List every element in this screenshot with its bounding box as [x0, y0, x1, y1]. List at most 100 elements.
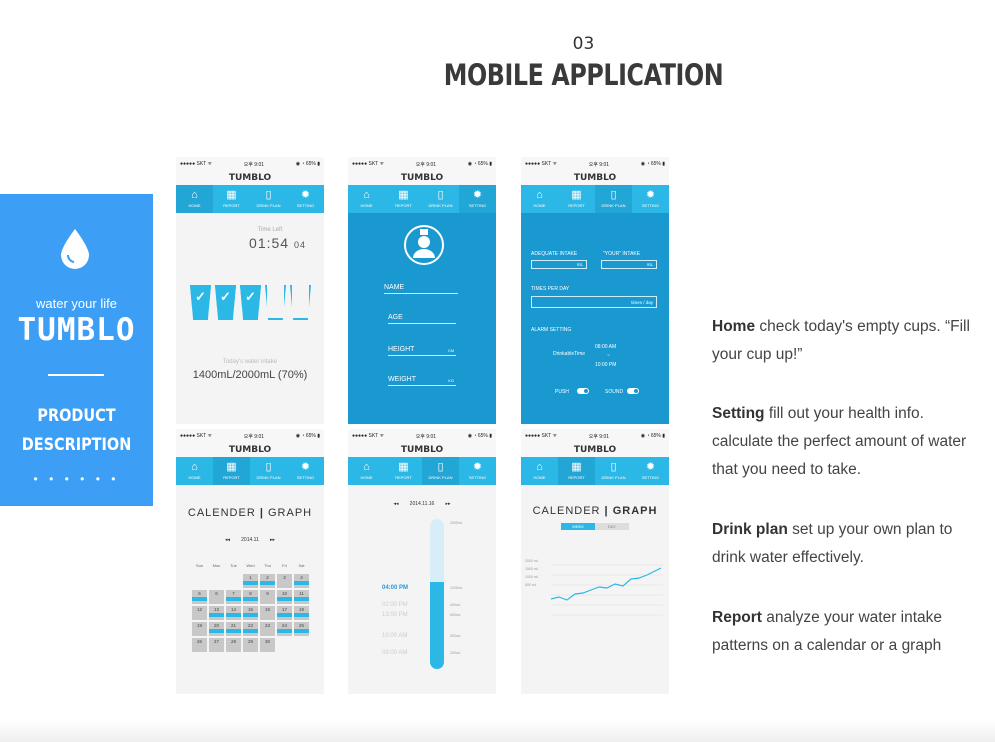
graph-tab[interactable]: GRAPH — [613, 505, 658, 517]
calendar-tab[interactable]: CALENDER — [533, 505, 601, 517]
times-input[interactable]: times / day — [531, 296, 657, 308]
plan-time[interactable]: 02:00 PM — [382, 602, 408, 608]
calendar-day[interactable]: 17 — [277, 606, 292, 620]
prev-date-button[interactable]: ◂◂ — [394, 501, 399, 507]
tab-0[interactable]: ⌂ HOME — [176, 185, 213, 213]
tab-0[interactable]: ⌂ HOME — [176, 457, 213, 485]
calendar-day[interactable]: 28 — [226, 638, 241, 652]
calendar-day[interactable]: 13 — [209, 606, 224, 620]
adequate-input[interactable]: mL — [531, 260, 587, 269]
calendar-day[interactable]: 16 — [260, 606, 275, 620]
calendar-day[interactable]: 3 — [277, 574, 292, 588]
tab-2[interactable]: ▯ DRINK PLAN — [250, 185, 287, 213]
y-tick: 2000 mL — [525, 559, 539, 563]
calendar-tab[interactable]: CALENDER — [188, 507, 256, 519]
plan-time[interactable]: 08:00 AM — [382, 650, 407, 656]
calendar-day[interactable]: 23 — [260, 622, 275, 636]
calendar-day[interactable]: 8 — [243, 590, 258, 604]
tab-3[interactable]: ✹ SETTING — [459, 457, 496, 485]
push-toggle[interactable] — [577, 388, 589, 394]
field-name[interactable]: NAME — [384, 284, 458, 294]
tab-0[interactable]: ⌂ HOME — [348, 457, 385, 485]
app-title: TUMBLO — [348, 171, 496, 185]
tab-2[interactable]: ▯ DRINK PLAN — [422, 185, 459, 213]
calendar-day[interactable]: 9 — [260, 590, 275, 604]
pager-dots[interactable]: • • • • • • — [0, 472, 153, 486]
alarm-end[interactable]: 10:00 PM — [595, 362, 616, 368]
sound-toggle[interactable] — [627, 388, 639, 394]
tab-3[interactable]: ✹ SETTING — [287, 457, 324, 485]
calendar-day[interactable]: 18 — [294, 606, 309, 620]
divider — [48, 374, 104, 376]
calendar-day[interactable]: 12 — [192, 606, 207, 620]
phone-drink-plan-settings-screen: ●●●●● SKT ᯤ 오후 9:01 ◉ ◔ 65% ▮ TUMBLO ⌂ HOME ▦ R… — [521, 157, 669, 424]
plan-time[interactable]: 10:00 AM — [382, 633, 407, 639]
calendar-day[interactable]: 25 — [294, 622, 309, 636]
calendar-day[interactable]: 1 — [243, 574, 258, 588]
plan-time[interactable]: 13:00 PM — [382, 612, 408, 618]
tab-0[interactable]: ⌂ HOME — [348, 185, 385, 213]
tab-1[interactable]: ▦ REPORT — [385, 457, 422, 485]
calendar-day[interactable]: 5 — [192, 590, 207, 604]
tab-3[interactable]: ✹ SETTING — [287, 185, 324, 213]
calendar-day[interactable]: 14 — [226, 606, 241, 620]
calendar-day[interactable]: 11 — [294, 590, 309, 604]
tab-2[interactable]: ▯ DRINK PLAN — [595, 457, 632, 485]
calendar-day[interactable]: 22 — [243, 622, 258, 636]
calendar-icon: ▦ — [226, 461, 237, 473]
clock: 오후 9:01 — [588, 433, 610, 440]
tab-3[interactable]: ✹ SETTING — [632, 457, 669, 485]
tab-2[interactable]: ▯ DRINK PLAN — [595, 185, 632, 213]
field-weight[interactable]: WEIGHT KG — [388, 376, 456, 386]
tab-3[interactable]: ✹ SETTING — [632, 185, 669, 213]
week-tab[interactable]: WEEK — [561, 523, 595, 530]
check-icon: ✓ — [245, 289, 256, 304]
calendar-day[interactable]: 2 — [260, 574, 275, 588]
tab-2[interactable]: ▯ DRINK PLAN — [422, 457, 459, 485]
calendar-day[interactable]: 27 — [209, 638, 224, 652]
calendar-empty — [294, 638, 309, 652]
tab-2[interactable]: ▯ DRINK PLAN — [250, 457, 287, 485]
tab-1[interactable]: ▦ REPORT — [213, 185, 250, 213]
plan-time[interactable]: 04:00 PM — [382, 585, 408, 591]
alarm-start[interactable]: 08:00 AM — [595, 344, 616, 350]
tab-0[interactable]: ⌂ HOME — [521, 185, 558, 213]
calendar-day[interactable]: 20 — [209, 622, 224, 636]
cup-icon[interactable] — [265, 285, 286, 320]
tab-3[interactable]: ✹ SETTING — [459, 185, 496, 213]
next-month-button[interactable]: ▸▸ — [270, 537, 275, 543]
tab-0[interactable]: ⌂ HOME — [521, 457, 558, 485]
tab-1[interactable]: ▦ REPORT — [558, 185, 595, 213]
tab-label: SETTING — [468, 203, 487, 208]
calendar-day[interactable]: 19 — [192, 622, 207, 636]
cup-icon[interactable]: ✓ — [240, 285, 261, 320]
calendar-day[interactable]: 21 — [226, 622, 241, 636]
plan-volume: 1200mL — [450, 586, 463, 590]
calendar-day[interactable]: 7 — [226, 590, 241, 604]
calendar-day[interactable]: 10 — [277, 590, 292, 604]
graph-tab[interactable]: GRAPH — [268, 507, 312, 519]
calendar-day[interactable]: 29 — [243, 638, 258, 652]
calendar-day[interactable]: 6 — [209, 590, 224, 604]
cup-icon[interactable]: ✓ — [190, 285, 211, 320]
tab-1[interactable]: ▦ REPORT — [558, 457, 595, 485]
cup-icon[interactable]: ✓ — [215, 285, 236, 320]
timer: 01:54 04 — [176, 235, 324, 251]
tab-1[interactable]: ▦ REPORT — [385, 185, 422, 213]
calendar-day[interactable]: 26 — [192, 638, 207, 652]
calendar-content: CALENDER | GRAPH ◂◂ 2014.11 ▸▸ Sun Mon Tue We… — [176, 485, 324, 694]
prev-month-button[interactable]: ◂◂ — [225, 537, 230, 543]
intake-bar — [277, 629, 292, 633]
next-date-button[interactable]: ▸▸ — [445, 501, 450, 507]
cup-icon[interactable] — [290, 285, 311, 320]
field-age[interactable]: AGE — [388, 314, 456, 324]
calendar-day[interactable]: 15 — [243, 606, 258, 620]
day-tab[interactable]: DAY — [595, 523, 629, 530]
calendar-day[interactable]: 30 — [260, 638, 275, 652]
field-height[interactable]: HEIGHT CM — [388, 346, 456, 356]
calendar-day[interactable]: 24 — [277, 622, 292, 636]
your-intake-input[interactable]: mL — [601, 260, 657, 269]
calendar-day[interactable]: 4 — [294, 574, 309, 588]
sound-label: SOUND — [605, 389, 624, 395]
tab-1[interactable]: ▦ REPORT — [213, 457, 250, 485]
